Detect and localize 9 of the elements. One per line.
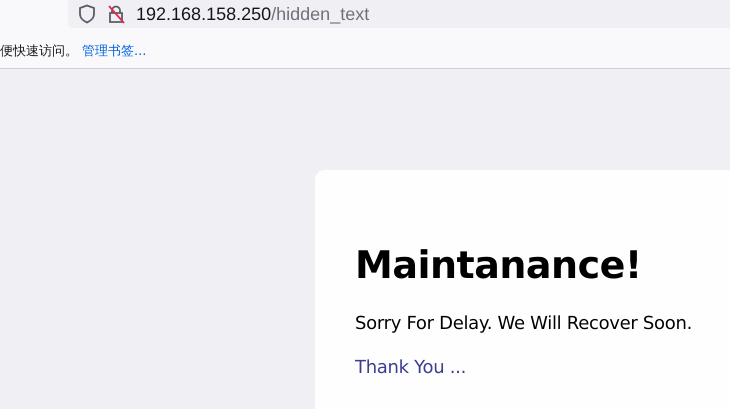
insecure-lock-icon[interactable]: [106, 4, 126, 24]
thank-you-link[interactable]: Thank You ...: [355, 356, 466, 380]
address-bar[interactable]: 192.168.158.250/hidden_text: [68, 0, 730, 28]
manage-bookmarks-link[interactable]: 管理书签...: [82, 42, 146, 60]
bookmarks-hint: 便快速访问。: [0, 43, 78, 60]
message-text: Sorry For Delay. We Will Recover Soon.: [355, 312, 692, 336]
shield-icon[interactable]: [78, 4, 96, 24]
url-text: 192.168.158.250/hidden_text: [136, 4, 370, 24]
page-heading: Maintanance!: [355, 242, 642, 289]
